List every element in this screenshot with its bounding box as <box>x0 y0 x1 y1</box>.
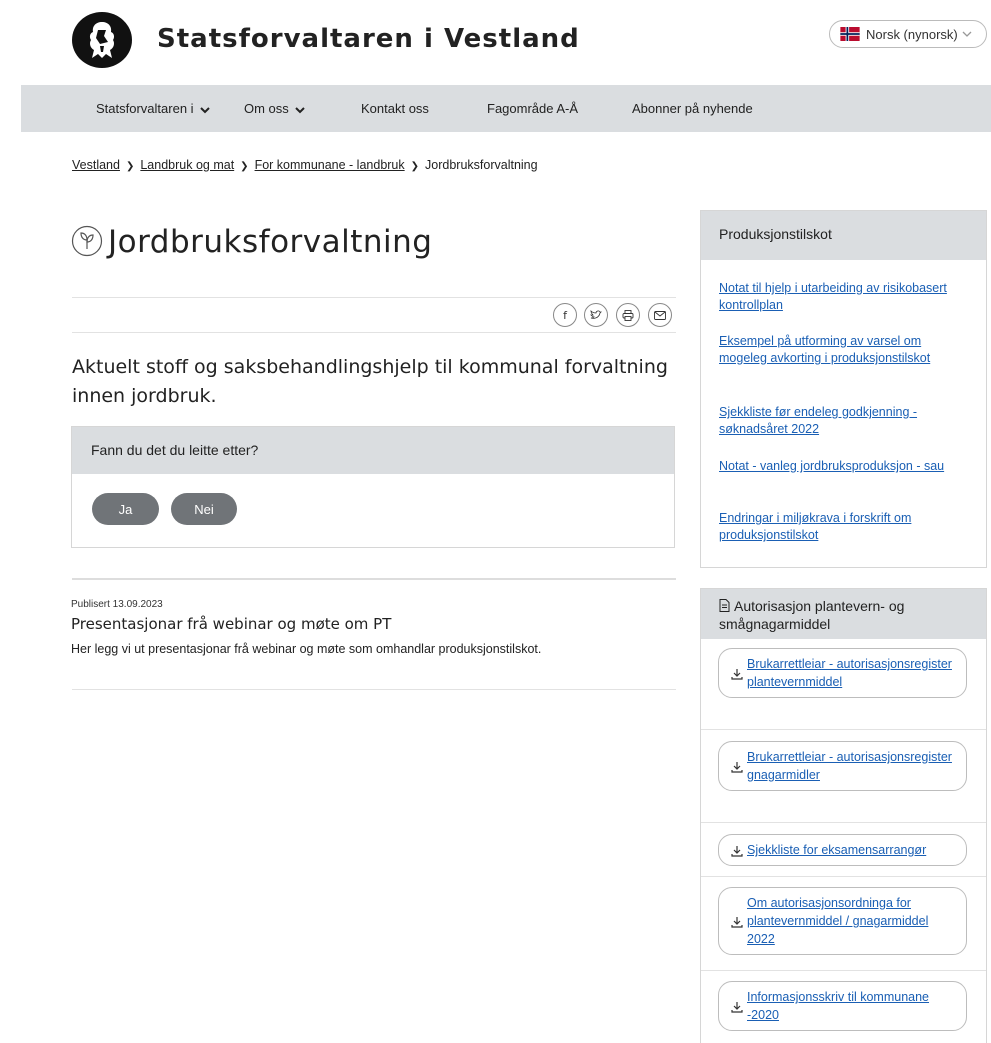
sidebar-produksjonstilskot: Produksjonstilskot Notat til hjelp i uta… <box>700 210 987 568</box>
breadcrumb-separator-icon: ❯ <box>240 161 249 172</box>
divider <box>72 689 676 690</box>
download-label: Brukarrettleiar - autorisasjonsregister … <box>747 657 952 689</box>
download-label: Brukarrettleiar - autorisasjonsregister … <box>747 750 952 782</box>
lion-icon <box>89 22 115 58</box>
nav-item-statsforvaltaren[interactable]: Statsforvaltaren i <box>96 101 210 116</box>
download-icon <box>731 762 743 773</box>
download-item[interactable]: Sjekkliste for eksamensarrangør <box>718 834 967 866</box>
lead-paragraph: Aktuelt stoff og saksbehandlingshjelp ti… <box>72 356 668 407</box>
language-label: Norsk (nynorsk) <box>866 26 958 42</box>
news-published-date: Publisert 13.09.2023 <box>71 599 163 610</box>
sidebar-link[interactable]: Endringar i miljøkrava i forskrift om pr… <box>719 510 959 544</box>
chevron-down-icon <box>295 106 306 113</box>
breadcrumb-link[interactable]: Landbruk og mat <box>140 158 234 172</box>
download-label: Om autorisasjonsordninga for plantevernm… <box>747 896 929 946</box>
chevron-down-icon <box>962 31 972 37</box>
page-title: Jordbruksforvaltning <box>108 224 433 260</box>
nav-item-abonner[interactable]: Abonner på nyhende <box>632 101 753 116</box>
feedback-yes-button[interactable]: Ja <box>92 493 159 525</box>
envelope-icon <box>654 310 666 320</box>
divider <box>72 332 676 333</box>
divider <box>701 876 986 877</box>
feedback-no-button[interactable]: Nei <box>171 493 237 525</box>
feedback-box: Fann du det du leitte etter? <box>71 426 675 548</box>
sidebar-heading: Produksjonstilskot <box>701 211 986 260</box>
nav-item-fagomrade[interactable]: Fagområde A-Å <box>487 101 578 116</box>
download-label: Sjekkliste for eksamensarrangør <box>747 843 927 857</box>
language-selector[interactable]: Norsk (nynorsk) <box>829 20 987 48</box>
divider <box>701 822 986 823</box>
site-title[interactable]: Statsforvaltaren i Vestland <box>157 24 580 54</box>
email-share-icon[interactable] <box>648 303 672 327</box>
download-icon <box>731 917 743 928</box>
main-navigation: Statsforvaltaren i Om oss Kontakt oss Fa… <box>21 85 991 132</box>
facebook-share-icon[interactable]: f <box>553 303 577 327</box>
download-label: Informasjonsskriv til kommunane -2020 <box>747 990 930 1022</box>
site-header: Statsforvaltaren i Vestland Norsk (nynor… <box>0 0 991 85</box>
sidebar-heading-text: Autorisasjon plantevern- og smågnagarmid… <box>719 598 905 632</box>
sidebar-link[interactable]: Sjekkliste før endeleg godkjenning - søk… <box>719 404 959 438</box>
divider <box>701 970 986 971</box>
divider <box>72 578 676 580</box>
printer-icon <box>622 309 634 321</box>
chevron-down-icon <box>200 106 210 113</box>
breadcrumb-separator-icon: ❯ <box>410 161 420 172</box>
norway-flag-icon <box>840 27 860 41</box>
feedback-question: Fann du det du leitte etter? <box>72 427 674 474</box>
breadcrumb-link[interactable]: Vestland <box>72 158 120 172</box>
divider <box>72 297 676 298</box>
download-icon <box>731 1002 743 1013</box>
sprout-icon <box>71 225 103 257</box>
nav-label: Statsforvaltaren i <box>96 101 194 116</box>
sidebar-heading: Autorisasjon plantevern- og smågnagarmid… <box>701 589 986 639</box>
breadcrumb-separator-icon: ❯ <box>125 161 135 172</box>
download-item[interactable]: Om autorisasjonsordninga for plantevernm… <box>718 887 967 955</box>
news-description: Her legg vi ut presentasjonar frå webina… <box>71 642 542 656</box>
nav-item-kontakt-oss[interactable]: Kontakt oss <box>361 101 429 116</box>
download-item[interactable]: Brukarrettleiar - autorisasjonsregister … <box>718 648 967 698</box>
sidebar-link[interactable]: Notat - vanleg jordbruksproduksjon - sau <box>719 458 959 475</box>
bird-icon <box>590 310 602 319</box>
breadcrumb-link[interactable]: For kommunane - landbruk <box>255 158 405 172</box>
nav-item-om-oss[interactable]: Om oss <box>244 101 306 116</box>
download-icon <box>731 846 743 857</box>
twitter-share-icon[interactable] <box>584 303 608 327</box>
nav-label: Om oss <box>244 101 289 116</box>
divider <box>701 729 986 730</box>
news-title[interactable]: Presentasjonar frå webinar og møte om PT <box>71 615 391 633</box>
coat-of-arms-logo[interactable] <box>72 12 132 68</box>
sidebar-link[interactable]: Notat til hjelp i utarbeiding av risikob… <box>719 280 959 314</box>
download-item[interactable]: Informasjonsskriv til kommunane -2020 <box>718 981 967 1031</box>
breadcrumb-current: Jordbruksforvaltning <box>425 158 538 172</box>
breadcrumb: Vestland ❯ Landbruk og mat ❯ For kommunane -… <box>72 158 538 172</box>
print-icon[interactable] <box>616 303 640 327</box>
download-item[interactable]: Brukarrettleiar - autorisasjonsregister … <box>718 741 967 791</box>
sidebar-link[interactable]: Eksempel på utforming av varsel om mogel… <box>719 333 959 367</box>
download-icon <box>731 669 743 680</box>
document-icon <box>719 599 730 612</box>
